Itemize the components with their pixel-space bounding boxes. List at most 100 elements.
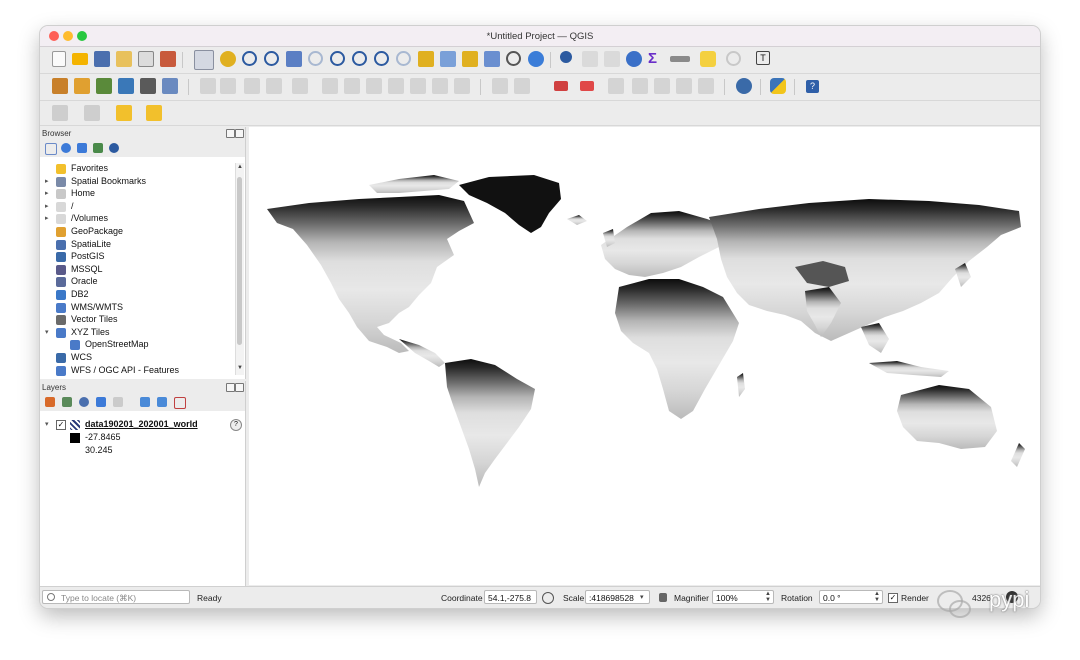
current-edits-icon[interactable] bbox=[220, 78, 236, 94]
filter-legend-icon[interactable] bbox=[96, 397, 106, 407]
float-panel-icon[interactable] bbox=[226, 129, 235, 138]
pan-to-selection-icon[interactable] bbox=[220, 51, 236, 67]
browser-item-wms-wmts[interactable]: WMS/WMTS bbox=[40, 302, 235, 315]
browser-item-postgis[interactable]: PostGIS bbox=[40, 251, 235, 264]
locator-search-input[interactable]: Type to locate (⌘K) bbox=[42, 590, 190, 604]
magnifier-stepper-icon[interactable]: ▲ ▼ bbox=[765, 591, 771, 603]
digitizing-toolbar-icon[interactable] bbox=[492, 78, 508, 94]
browser-item-openstreetmap[interactable]: OpenStreetMap bbox=[40, 339, 235, 352]
properties-info-icon[interactable] bbox=[109, 143, 119, 153]
pan-hand-icon[interactable] bbox=[194, 50, 214, 70]
data-source-manager-icon[interactable] bbox=[52, 78, 68, 94]
shape-digitizing-icon[interactable] bbox=[514, 78, 530, 94]
show-hide-labels-icon[interactable] bbox=[632, 78, 648, 94]
browser-item-oracle[interactable]: Oracle bbox=[40, 276, 235, 289]
lock-scale-icon[interactable] bbox=[659, 593, 667, 602]
text-annotation-icon[interactable]: T bbox=[756, 51, 770, 65]
open-styling-icon[interactable] bbox=[45, 397, 55, 407]
new-project-icon[interactable] bbox=[52, 51, 66, 67]
zoom-in-icon[interactable] bbox=[242, 51, 257, 66]
paste-features-icon[interactable] bbox=[410, 78, 426, 94]
show-bookmarks-icon[interactable] bbox=[484, 51, 500, 67]
layer-visibility-checkbox[interactable]: ✓ bbox=[56, 420, 66, 430]
add-delimited-text-icon[interactable] bbox=[118, 78, 134, 94]
browser-item-vector-tiles[interactable]: Vector Tiles bbox=[40, 314, 235, 327]
vertex-tool-icon[interactable] bbox=[292, 78, 308, 94]
add-group-icon[interactable] bbox=[62, 397, 72, 407]
move-label-icon[interactable] bbox=[654, 78, 670, 94]
expand-all-icon[interactable] bbox=[140, 397, 150, 407]
new-geopackage-layer-icon[interactable] bbox=[74, 78, 90, 94]
browser-item-home[interactable]: ▸ Home bbox=[40, 188, 235, 201]
add-vector-layer-icon[interactable] bbox=[96, 78, 112, 94]
new-print-layout-icon[interactable] bbox=[116, 51, 132, 67]
rotate-label-icon[interactable] bbox=[676, 78, 692, 94]
browser-item-wcs[interactable]: WCS bbox=[40, 352, 235, 365]
zoom-layer-icon[interactable] bbox=[330, 51, 345, 66]
browser-scrollbar[interactable]: ▲ ▼ bbox=[235, 163, 244, 375]
redo-icon[interactable] bbox=[454, 78, 470, 94]
expand-arrow-icon[interactable]: ▾ bbox=[45, 328, 49, 336]
deselect-all-icon[interactable] bbox=[116, 105, 132, 121]
cut-features-icon[interactable] bbox=[366, 78, 382, 94]
remove-layer-icon[interactable] bbox=[174, 397, 186, 409]
zoom-full-icon[interactable] bbox=[286, 51, 302, 67]
browser-item-spatialite[interactable]: SpatiaLite bbox=[40, 239, 235, 252]
field-calculator-icon[interactable] bbox=[604, 51, 620, 67]
change-label-icon[interactable] bbox=[698, 78, 714, 94]
metasearch-icon[interactable] bbox=[736, 78, 752, 94]
browser-item-xyz-tiles[interactable]: ▾ XYZ Tiles bbox=[40, 327, 235, 340]
pin-labels-icon[interactable] bbox=[608, 78, 624, 94]
map-tips-icon[interactable] bbox=[700, 51, 716, 67]
label-tool-icon[interactable] bbox=[554, 81, 568, 91]
manage-visibility-icon[interactable] bbox=[79, 397, 89, 407]
refresh-icon[interactable] bbox=[528, 51, 544, 67]
browser-item-[interactable]: ▸ / bbox=[40, 201, 235, 214]
modify-attributes-icon[interactable] bbox=[322, 78, 338, 94]
identify-features-icon[interactable] bbox=[560, 51, 572, 63]
style-manager-icon[interactable] bbox=[160, 51, 176, 67]
expand-arrow-icon[interactable]: ▸ bbox=[45, 202, 49, 210]
undo-icon[interactable] bbox=[432, 78, 448, 94]
float-layers-panel-icon[interactable] bbox=[226, 383, 235, 392]
new-3d-view-icon[interactable] bbox=[440, 51, 456, 67]
layer-name[interactable]: data190201_202001_world bbox=[85, 419, 198, 429]
new-map-view-icon[interactable] bbox=[418, 51, 434, 67]
expand-arrow-icon[interactable]: ▸ bbox=[45, 189, 49, 197]
save-project-icon[interactable] bbox=[94, 51, 110, 67]
zoom-selection-icon[interactable] bbox=[308, 51, 323, 66]
browser-item-db2[interactable]: DB2 bbox=[40, 289, 235, 302]
diagram-tool-icon[interactable] bbox=[580, 81, 594, 91]
browser-item-mssql[interactable]: MSSQL bbox=[40, 264, 235, 277]
help-icon[interactable]: ? bbox=[806, 80, 819, 93]
processing-toolbox-icon[interactable] bbox=[626, 51, 642, 67]
browser-item-favorites[interactable]: Favorites bbox=[40, 163, 235, 176]
scale-dropdown-arrow-icon[interactable]: ▾ bbox=[640, 593, 644, 601]
copy-features-icon[interactable] bbox=[388, 78, 404, 94]
render-checkbox[interactable]: ✓ bbox=[888, 593, 898, 603]
zoom-native-icon[interactable] bbox=[352, 51, 367, 66]
new-annotation-icon[interactable] bbox=[726, 51, 741, 66]
select-location-icon[interactable] bbox=[146, 105, 162, 121]
close-layers-panel-icon[interactable] bbox=[235, 383, 244, 392]
browser-item-wfs-ogc-api-features[interactable]: WFS / OGC API - Features bbox=[40, 365, 235, 378]
zoom-last-icon[interactable] bbox=[374, 51, 389, 66]
statistical-summary-icon[interactable]: Σ bbox=[648, 50, 664, 67]
save-edits-icon[interactable] bbox=[244, 78, 260, 94]
browser-item-volumes[interactable]: ▸ /Volumes bbox=[40, 213, 235, 226]
toggle-editing-icon[interactable] bbox=[200, 78, 216, 94]
expand-layer-arrow[interactable]: ▾ bbox=[45, 420, 49, 428]
refresh-browser-icon[interactable] bbox=[61, 143, 71, 153]
layer-row[interactable]: ▾ ✓ data190201_202001_world ? bbox=[40, 419, 242, 432]
attribute-table-icon[interactable] bbox=[582, 51, 598, 67]
toggle-extents-icon[interactable] bbox=[542, 592, 554, 604]
layout-manager-icon[interactable] bbox=[138, 51, 154, 67]
map-canvas[interactable] bbox=[249, 127, 1040, 585]
coordinate-field[interactable]: 54.1,-275.8 bbox=[484, 590, 537, 604]
measure-line-icon[interactable] bbox=[670, 56, 690, 62]
browser-item-geopackage[interactable]: GeoPackage bbox=[40, 226, 235, 239]
add-virtual-layer-icon[interactable] bbox=[162, 78, 178, 94]
add-raster-layer-icon[interactable] bbox=[140, 78, 156, 94]
select-by-value-icon[interactable] bbox=[84, 105, 100, 121]
close-panel-icon[interactable] bbox=[235, 129, 244, 138]
